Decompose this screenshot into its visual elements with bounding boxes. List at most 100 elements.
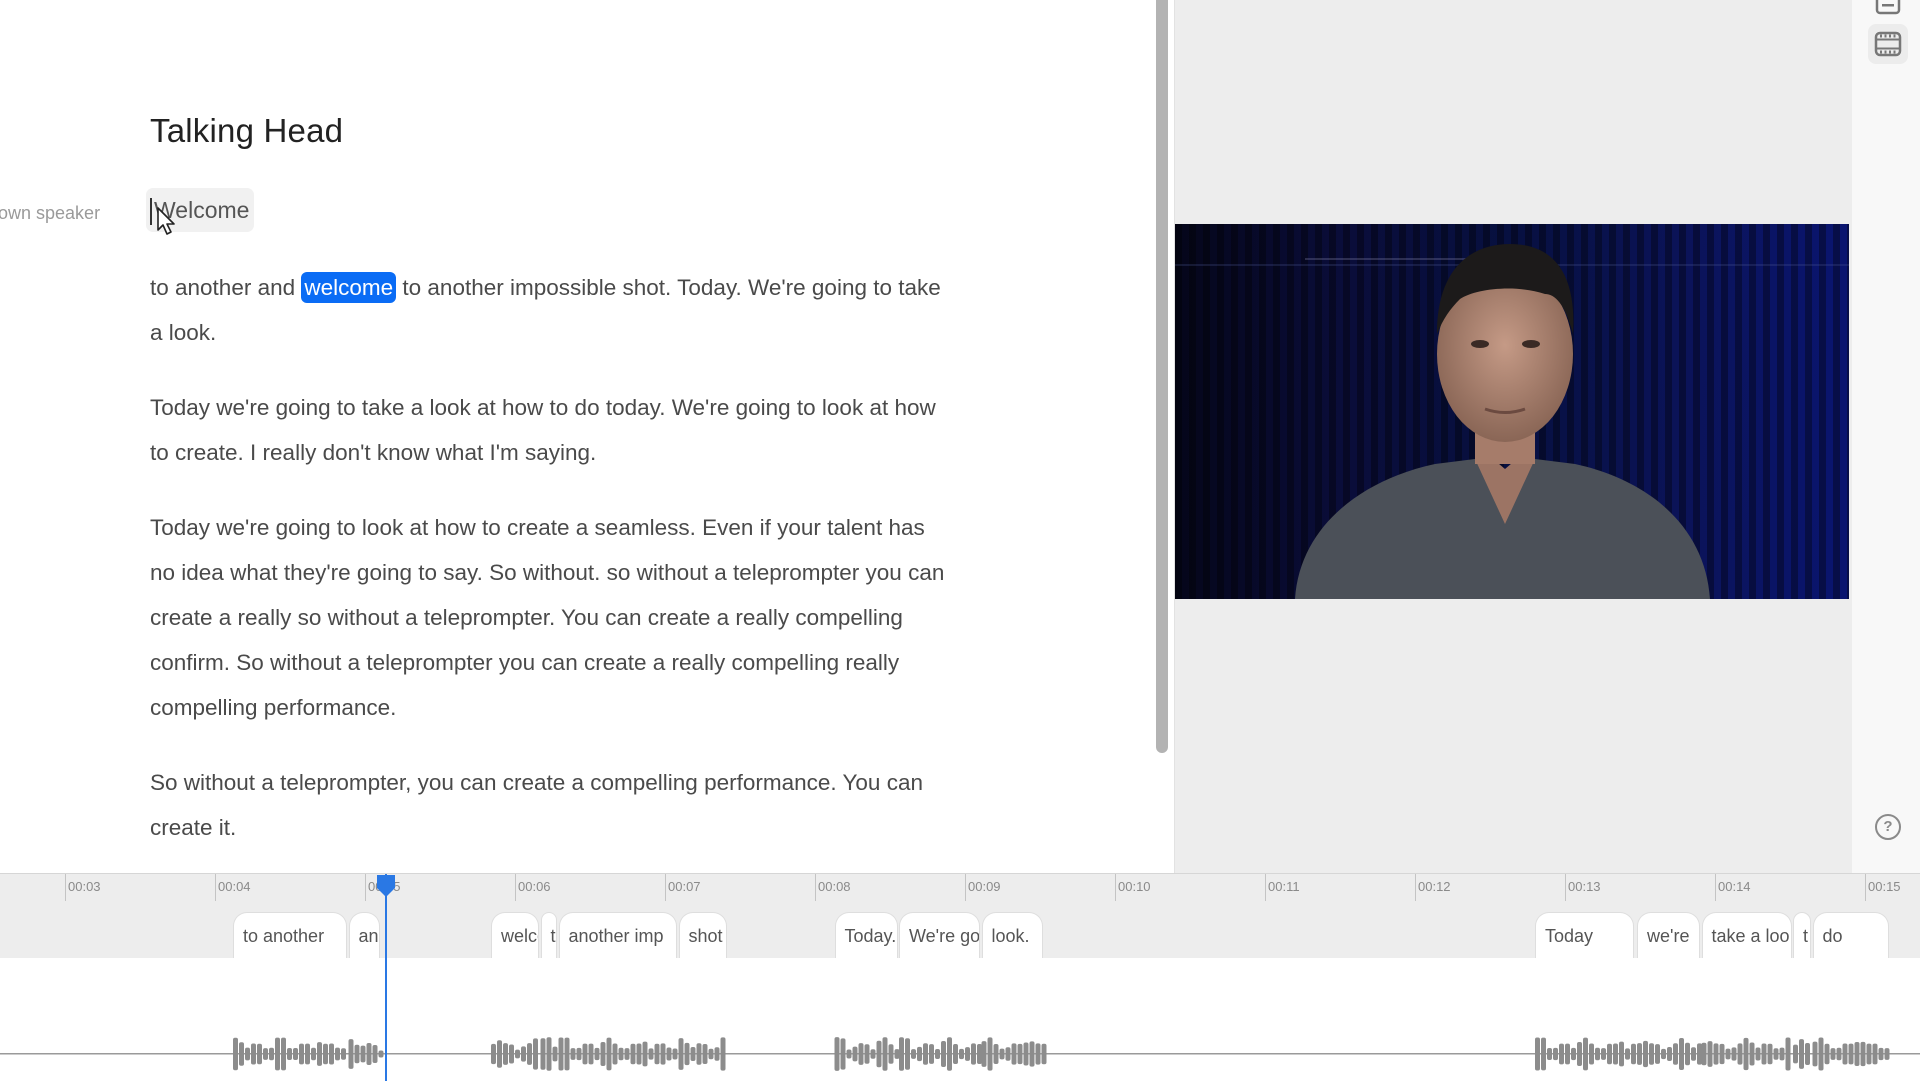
ruler-tick-label: 00:11 — [1268, 879, 1300, 894]
waveform-segment — [1713, 1043, 1719, 1065]
waveform-segment — [341, 1048, 346, 1060]
waveform-segment — [923, 1043, 928, 1065]
waveform-segment — [678, 1038, 684, 1070]
timeline-word-clip[interactable]: Today — [1535, 912, 1634, 958]
transcript-body[interactable]: to another and welcome to another imposs… — [150, 265, 950, 873]
waveform-segment — [1779, 1047, 1785, 1061]
waveform-segment — [323, 1043, 328, 1065]
waveform-segment — [600, 1042, 606, 1066]
current-word-highlight[interactable]: welcome — [301, 272, 397, 303]
waveform-segment — [1691, 1047, 1696, 1061]
timeline-word-clip[interactable]: we're — [1637, 912, 1700, 958]
waveform-segment — [642, 1041, 648, 1067]
timeline[interactable]: 00:03 00:04 00:05 00:06 00:07 00:08 00:09 00:10… — [0, 873, 1920, 1081]
ruler-tick: 00:13 — [1565, 874, 1601, 901]
waveform-segment — [630, 1043, 636, 1065]
waveform-segment — [251, 1043, 256, 1065]
waveform-segment — [1836, 1047, 1842, 1061]
waveform-segment — [354, 1044, 360, 1064]
waveform-segment — [1793, 1044, 1798, 1064]
word-run[interactable]: to another and — [150, 275, 301, 300]
waveform-segment — [366, 1043, 372, 1065]
waveform-segment — [953, 1044, 958, 1064]
transcript-paragraph[interactable]: So without a teleprompter, you can creat… — [150, 760, 950, 850]
timeline-word-clip[interactable]: We're go — [899, 912, 980, 958]
waveform-segment — [1673, 1043, 1678, 1065]
mouse-pointer-icon — [157, 207, 175, 235]
timeline-word-clip[interactable]: look. — [981, 912, 1043, 958]
waveform-segment — [654, 1043, 660, 1065]
playhead-handle[interactable] — [375, 875, 397, 897]
waveform-segment — [287, 1047, 292, 1061]
waveform-segment — [1035, 1043, 1041, 1065]
ruler-tick-label: 00:10 — [1118, 879, 1151, 894]
captions-button[interactable] — [1868, 0, 1908, 24]
waveform-segment — [660, 1043, 666, 1065]
waveform-segment — [720, 1037, 726, 1071]
waveform-segment — [929, 1044, 934, 1064]
transcript-scrollbar[interactable] — [1156, 0, 1168, 753]
timeline-word-clip[interactable]: to another — [233, 912, 347, 958]
waveform-segment — [1607, 1043, 1612, 1065]
video-frame — [1175, 224, 1849, 599]
ruler-tick: 00:09 — [965, 874, 1001, 901]
document-title[interactable]: Talking Head — [150, 112, 343, 150]
timeline-word-clip[interactable]: to — [540, 912, 557, 958]
waveform-segment — [1589, 1043, 1594, 1065]
waveform-segment — [1731, 1047, 1737, 1061]
ruler-tick-label: 00:03 — [68, 879, 101, 894]
waveform-segment — [987, 1037, 993, 1071]
ruler-tick: 00:05 — [365, 874, 401, 901]
audio-waveform[interactable] — [0, 1024, 1920, 1084]
waveform-segment — [1842, 1043, 1848, 1065]
waveform-segment — [606, 1037, 612, 1071]
waveform-segment — [348, 1039, 354, 1069]
timeline-word-clip[interactable]: another imp — [558, 912, 677, 958]
waveform-segment — [1737, 1043, 1743, 1065]
timeline-word-clip[interactable]: t — [1793, 912, 1811, 958]
waveform-segment — [305, 1043, 310, 1065]
waveform-segment — [509, 1044, 514, 1064]
waveform-segment — [840, 1038, 846, 1070]
ruler-tick: 00:03 — [65, 874, 101, 901]
waveform-segment — [1643, 1040, 1648, 1068]
transcript-paragraph[interactable]: Today we're going to take a look at how … — [150, 385, 950, 475]
waveform-segment — [1854, 1042, 1860, 1066]
waveform-segment — [1812, 1041, 1818, 1067]
waveform-segment — [558, 1037, 564, 1071]
waveform-segment — [1701, 1042, 1707, 1066]
waveform-segment — [1866, 1043, 1872, 1065]
waveform-segment — [1535, 1037, 1540, 1071]
waveform-segment — [1767, 1043, 1773, 1065]
timeline-word-clip[interactable]: take a loo — [1701, 912, 1792, 958]
film-button[interactable] — [1868, 24, 1908, 64]
ruler-tick: 00:14 — [1715, 874, 1751, 901]
waveform-segment — [1755, 1047, 1761, 1061]
timeline-word-clip[interactable]: an — [348, 912, 380, 958]
transcript-paragraph[interactable]: Today we're going to look at how to crea… — [150, 505, 950, 730]
waveform-segment — [1697, 1043, 1702, 1065]
waveform-segment — [977, 1043, 982, 1065]
waveform-segment — [594, 1047, 600, 1061]
waveform-segment — [1571, 1047, 1576, 1061]
waveform-segment — [360, 1045, 366, 1063]
waveform-segment — [1619, 1041, 1624, 1067]
waveform-segment — [690, 1047, 696, 1061]
waveform-segment — [858, 1043, 864, 1065]
timeline-word-clip[interactable]: welco — [491, 912, 539, 958]
waveform-segment — [317, 1042, 322, 1066]
captions-icon — [1875, 0, 1901, 15]
waveform-segment — [899, 1037, 904, 1071]
waveform-segment — [1824, 1043, 1830, 1065]
video-preview[interactable] — [1175, 224, 1849, 599]
timeline-word-clip[interactable]: shot — [678, 912, 727, 958]
timeline-word-clip[interactable]: do — [1812, 912, 1889, 958]
playhead-line[interactable] — [385, 874, 387, 1081]
waveform-segment — [1631, 1043, 1636, 1065]
waveform-segment — [852, 1046, 858, 1062]
help-icon[interactable]: ? — [1875, 814, 1901, 840]
waveform-segment — [233, 1037, 238, 1071]
transcript-paragraph[interactable]: to another and welcome to another imposs… — [150, 265, 950, 355]
speaker-label[interactable]: own speaker — [0, 203, 100, 224]
timeline-word-clip[interactable]: Today. — [834, 912, 898, 958]
